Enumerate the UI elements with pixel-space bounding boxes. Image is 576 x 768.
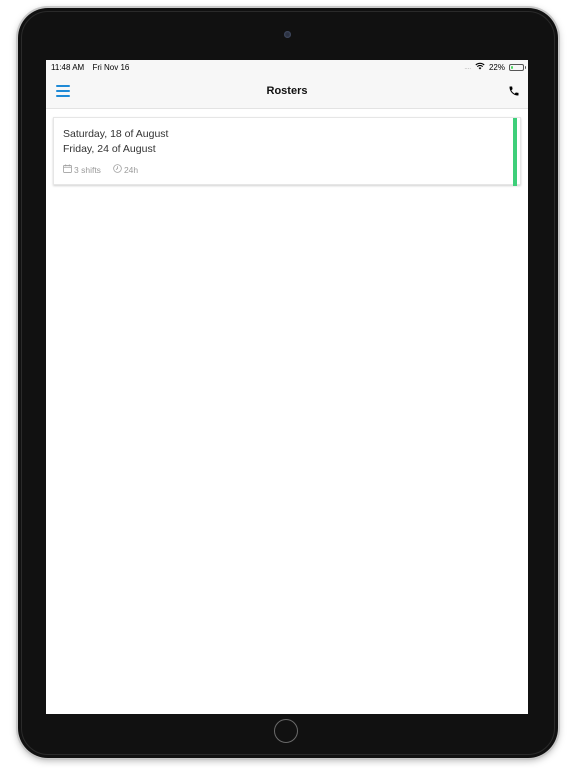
ipad-device-frame: 11:48 AM Fri Nov 16 .... 22% Rosters Sat… xyxy=(18,8,558,758)
roster-start-date: Saturday, 18 of August xyxy=(63,128,169,140)
roster-status-bar xyxy=(513,118,517,186)
roster-end-date: Friday, 24 of August xyxy=(63,143,156,155)
battery-percent: 22% xyxy=(488,62,505,72)
battery-icon xyxy=(509,63,526,71)
clock-icon xyxy=(113,164,122,175)
status-bar: 11:48 AM Fri Nov 16 .... 22% xyxy=(46,60,528,74)
roster-shifts: 3 shifts xyxy=(63,164,101,175)
status-date: Fri Nov 16 xyxy=(92,63,130,72)
status-right: .... 22% xyxy=(464,62,526,72)
phone-icon[interactable] xyxy=(508,84,520,96)
roster-meta: 3 shifts 24h xyxy=(63,164,150,175)
roster-card[interactable]: Saturday, 18 of August Friday, 24 of Aug… xyxy=(53,117,521,186)
home-button[interactable] xyxy=(274,719,298,743)
app-screen: 11:48 AM Fri Nov 16 .... 22% Rosters Sat… xyxy=(46,60,528,714)
roster-hours-label: 24h xyxy=(123,164,139,175)
roster-hours: 24h xyxy=(113,164,138,175)
battery-level-fill xyxy=(511,65,513,69)
status-time: 11:48 AM xyxy=(51,63,85,72)
page-title: Rosters xyxy=(266,85,308,97)
navigation-bar: Rosters xyxy=(46,74,528,109)
signal-dots: .... xyxy=(464,65,471,71)
calendar-icon xyxy=(63,164,72,175)
wifi-icon xyxy=(475,62,485,72)
status-left: 11:48 AM Fri Nov 16 xyxy=(51,63,129,72)
roster-shifts-label: 3 shifts xyxy=(74,164,101,175)
front-camera xyxy=(284,31,291,38)
